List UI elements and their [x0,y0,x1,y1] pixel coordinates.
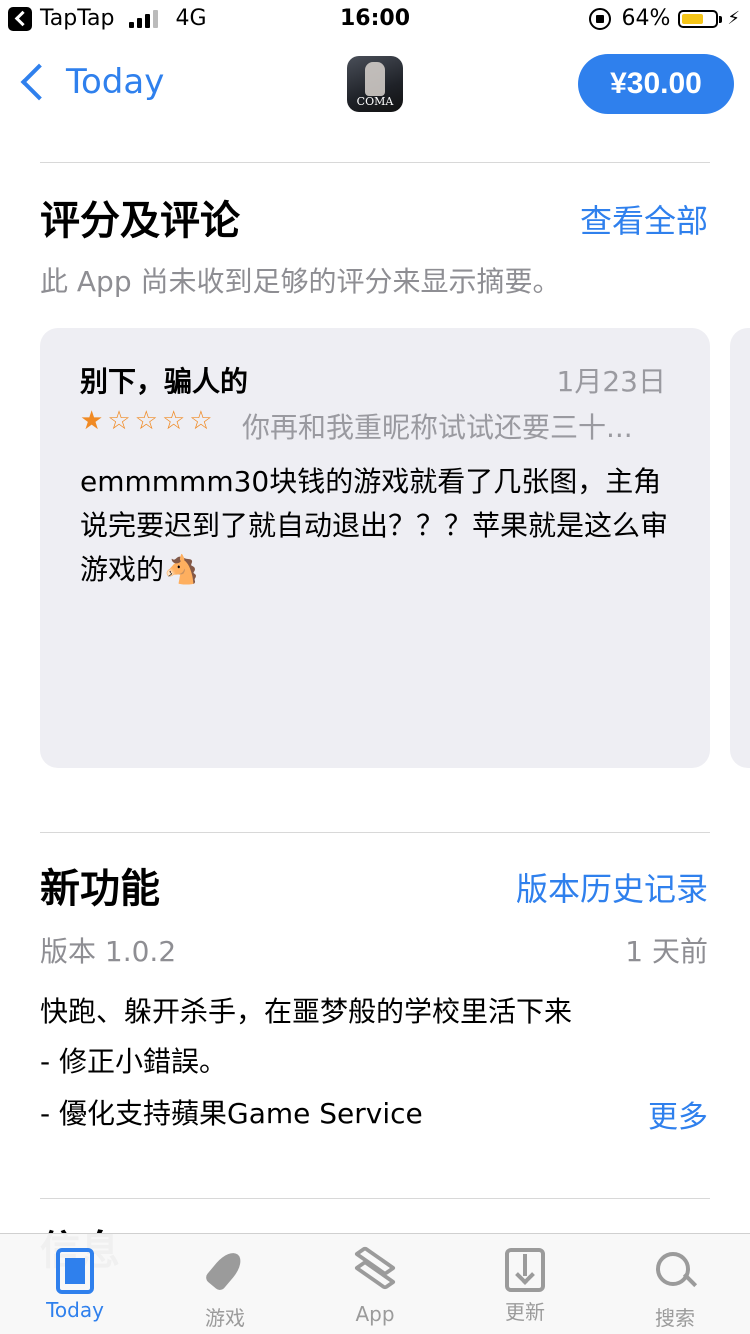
review-author: 你再和我重昵称试试还要三十... [242,411,633,444]
whats-new-title: 新功能 [40,866,160,912]
release-note-line: - 修正小錯誤。 [40,1045,228,1078]
layers-icon [350,1248,400,1298]
app-icon: COMA [347,56,403,112]
tab-search[interactable]: 搜索 [600,1234,750,1334]
back-label: Today [66,62,165,102]
review-title: 别下，骗人的 [80,365,249,398]
tab-apps[interactable]: App [300,1234,450,1334]
download-icon [505,1248,545,1292]
star-filled-icon: ★ [80,406,108,436]
release-note-line: 快跑、躲开杀手，在噩梦般的学校里活下来 [40,995,573,1028]
tab-updates[interactable]: 更新 [450,1234,600,1334]
more-link[interactable]: 更多 [648,1092,708,1136]
star-rating: ★☆☆☆☆ [80,406,217,436]
version-history-link[interactable]: 版本历史记录 [516,864,708,910]
release-note-line: - 優化支持蘋果Game Service [40,1097,423,1130]
battery-icon [678,9,723,28]
nav-bar: Today COMA ¥30.00 [0,40,750,130]
tab-games[interactable]: 游戏 [150,1234,300,1334]
today-icon [56,1248,94,1294]
next-review-card[interactable] [730,328,750,768]
star-empty-icon: ☆ [134,406,162,436]
tab-bar: Today 游戏 App 更新 搜索 [0,1233,750,1334]
battery-percent: 64% [621,6,671,31]
price-button[interactable]: ¥30.00 [578,54,734,114]
review-body: emmmmm30块钱的游戏就看了几张图，主角说完要迟到了就自动退出？？？苹果就是… [80,465,669,586]
divider [40,162,710,163]
tab-label: Today [46,1298,104,1322]
tab-today[interactable]: Today [0,1234,150,1334]
status-right: 64% ⚡ [589,6,740,31]
release-age: 1 天前 [625,935,708,968]
tab-label: App [355,1302,395,1326]
version-label: 版本 1.0.2 [40,935,177,968]
ratings-summary-note: 此 App 尚未收到足够的评分来显示摘要。 [40,265,561,298]
rocket-icon [200,1248,250,1298]
status-bar: TapTap 4G 16:00 64% ⚡ [0,0,750,40]
divider [40,832,710,833]
tab-label: 搜索 [655,1306,695,1330]
tab-label: 更新 [505,1300,545,1324]
review-date: 1月23日 [556,365,666,398]
see-all-link[interactable]: 查看全部 [580,196,708,242]
app-icon-text: COMA [356,95,394,108]
review-card[interactable]: 别下，骗人的 1月23日 ★☆☆☆☆ 你再和我重昵称试试还要三十... emmm… [40,328,710,768]
ratings-section-title: 评分及评论 [40,198,240,244]
star-empty-icon: ☆ [161,406,190,436]
app-icon-figure [365,62,385,96]
search-icon [650,1248,700,1298]
star-empty-icon: ☆ [189,406,217,436]
divider [40,1198,710,1199]
charging-bolt-icon: ⚡ [727,8,740,29]
tab-label: 游戏 [205,1306,245,1330]
star-empty-icon: ☆ [107,406,135,436]
back-button[interactable]: Today [16,62,164,102]
chevron-left-icon [20,63,58,101]
rotation-lock-icon [589,7,612,30]
